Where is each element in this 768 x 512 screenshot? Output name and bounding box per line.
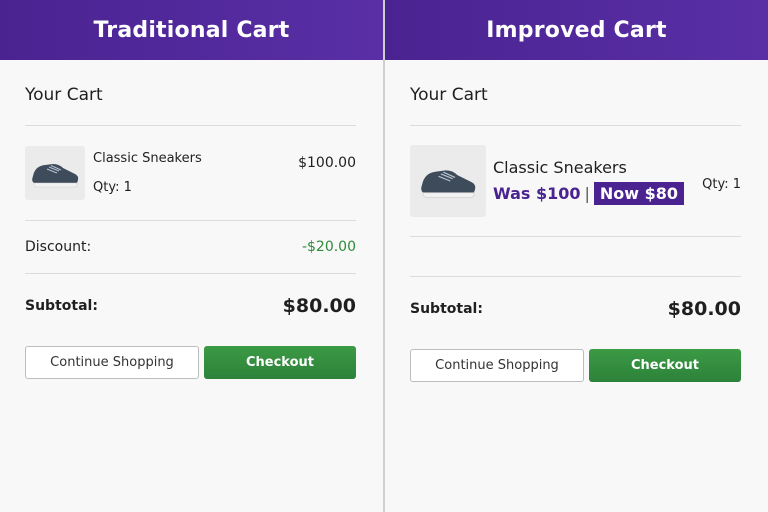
- product-image[interactable]: [410, 145, 486, 217]
- checkout-button[interactable]: Checkout: [589, 349, 741, 382]
- discount-value: -$20.00: [301, 239, 356, 255]
- cart-title: Your Cart: [410, 85, 488, 105]
- comparison: Traditional Cart Your Cart Classic Sneak…: [0, 0, 768, 512]
- product-price: $100.00: [298, 155, 356, 171]
- continue-shopping-button[interactable]: Continue Shopping: [410, 349, 584, 382]
- sneaker-icon: [32, 164, 79, 188]
- subtotal-label: Subtotal:: [25, 298, 98, 314]
- subtotal-row: Subtotal: $80.00: [410, 277, 741, 341]
- subtotal-row: Subtotal: $80.00: [25, 274, 356, 338]
- panel-title: Improved Cart: [486, 17, 667, 43]
- continue-shopping-button[interactable]: Continue Shopping: [25, 346, 199, 379]
- traditional-cart-panel: Traditional Cart Your Cart Classic Sneak…: [0, 0, 383, 512]
- was-price: Was $100: [493, 183, 581, 203]
- improved-cart-panel: Improved Cart Your Cart Classic Sneakers…: [385, 0, 768, 512]
- product-image[interactable]: [25, 146, 85, 200]
- sneaker-icon: [421, 170, 476, 198]
- subtotal-value: $80.00: [282, 295, 356, 317]
- subtotal-label: Subtotal:: [410, 301, 483, 317]
- product-name[interactable]: Classic Sneakers: [493, 158, 684, 177]
- cart-item: Classic Sneakers Qty: 1 $100.00: [25, 126, 356, 220]
- now-price-badge: Now $80: [593, 181, 685, 205]
- price-separator: |: [584, 183, 590, 203]
- cart-item: Classic Sneakers Was $100 | Now $80 Qty:…: [410, 126, 741, 236]
- price-comparison: Was $100 | Now $80: [493, 181, 685, 205]
- panel-header: Traditional Cart: [0, 0, 383, 60]
- subtotal-value: $80.00: [667, 298, 741, 320]
- quantity: Qty: 1: [93, 180, 132, 195]
- discount-label: Discount:: [25, 239, 92, 255]
- quantity: Qty: 1: [702, 177, 741, 192]
- panel-title: Traditional Cart: [93, 17, 290, 43]
- checkout-button[interactable]: Checkout: [204, 346, 356, 379]
- product-name[interactable]: Classic Sneakers: [93, 151, 202, 166]
- discount-row: Discount: -$20.00: [25, 221, 356, 273]
- cart-title: Your Cart: [25, 85, 103, 105]
- panel-header: Improved Cart: [385, 0, 768, 60]
